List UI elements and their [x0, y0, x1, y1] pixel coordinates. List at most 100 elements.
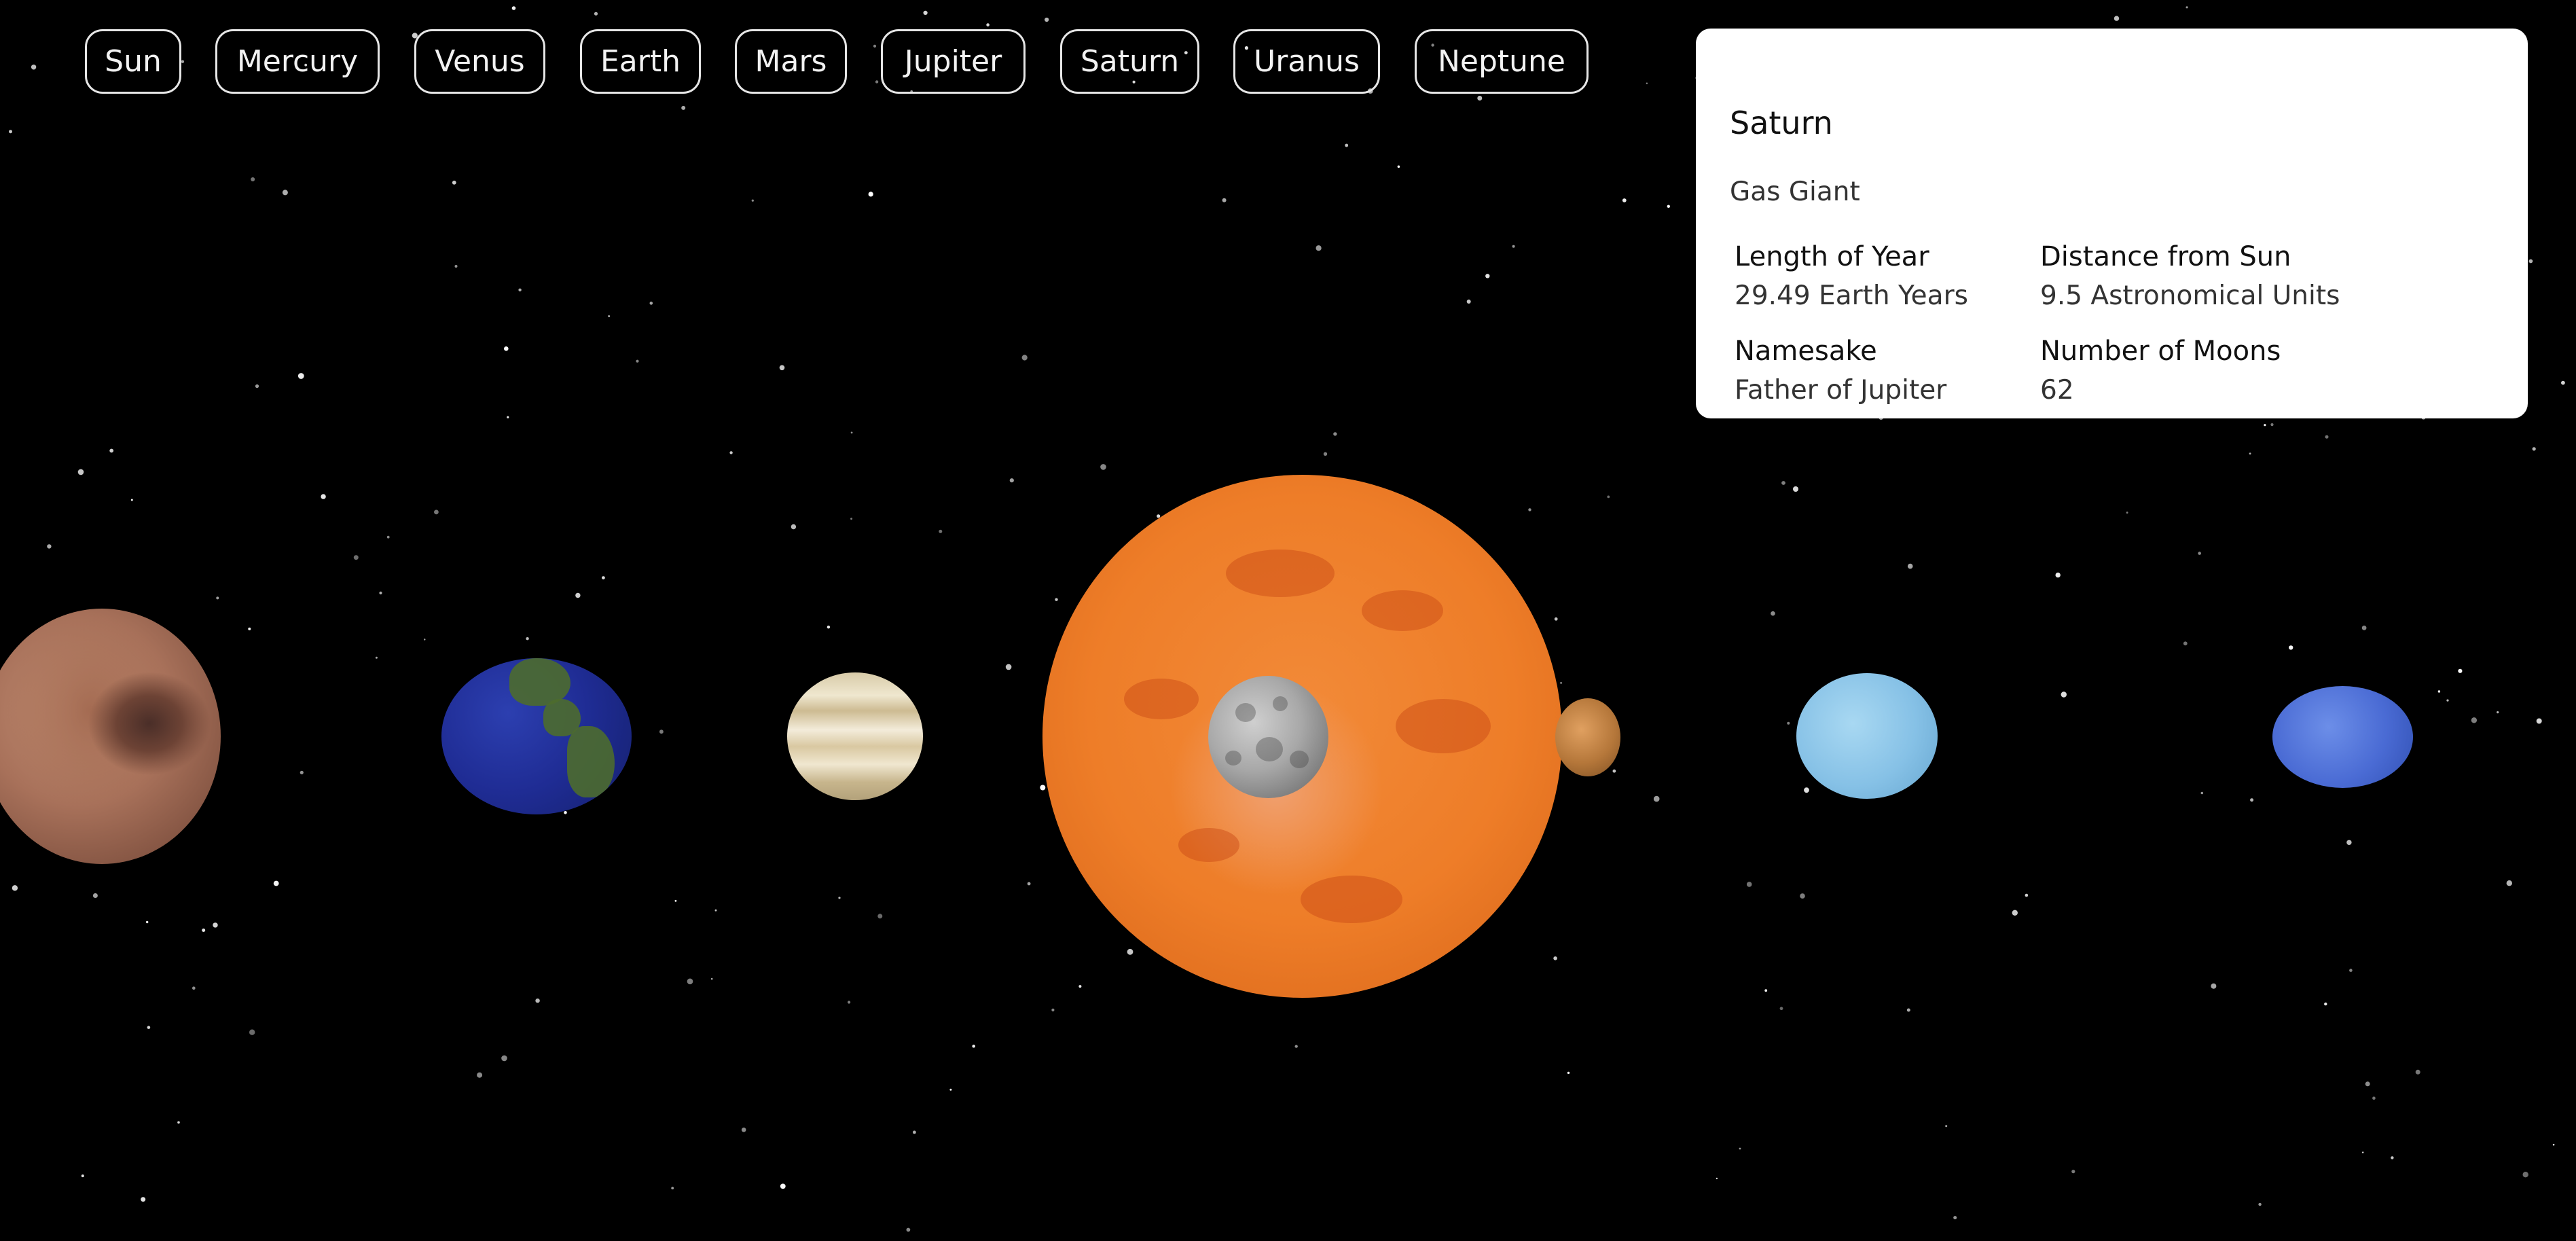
star [1906, 1008, 1910, 1012]
star [1781, 481, 1785, 485]
star [1040, 785, 1046, 791]
star [2361, 626, 2367, 630]
star [434, 509, 439, 515]
star [1667, 204, 1670, 208]
star [297, 373, 304, 379]
star [1953, 1216, 1957, 1220]
star [249, 1029, 255, 1035]
star [972, 1044, 975, 1048]
star [1512, 245, 1515, 248]
star [1316, 245, 1322, 251]
star [1746, 882, 1752, 887]
star [2391, 1156, 2394, 1159]
star [146, 920, 149, 924]
star [2211, 983, 2217, 989]
fact-label-distance-from-sun: Distance from Sun [2040, 241, 2291, 272]
star [2471, 717, 2478, 723]
star [386, 535, 390, 539]
star [321, 494, 326, 499]
star [1653, 795, 1660, 802]
star [504, 346, 509, 351]
star [1345, 143, 1349, 147]
nav-button-label: Earth [600, 44, 681, 79]
nav-button-saturn[interactable]: Saturn [1060, 29, 1199, 94]
star [1793, 486, 1798, 492]
star [850, 518, 853, 520]
star [1716, 1177, 1718, 1180]
star [2497, 711, 2499, 714]
star [608, 315, 610, 317]
star [1055, 598, 1058, 601]
star [2061, 691, 2067, 698]
star [636, 359, 639, 363]
star [906, 1227, 911, 1232]
nav-button-label: Saturn [1080, 44, 1180, 79]
nav-button-jupiter[interactable]: Jupiter [881, 29, 1026, 94]
star [2552, 1143, 2555, 1146]
nav-button-venus[interactable]: Venus [414, 29, 545, 94]
star [1005, 664, 1012, 670]
nav-button-label: Jupiter [904, 44, 1002, 79]
star [2249, 452, 2251, 455]
star [939, 529, 943, 533]
star [1021, 355, 1028, 361]
star [751, 199, 754, 202]
star [2365, 1081, 2370, 1087]
star [564, 811, 567, 814]
planet-info-card: Saturn Gas Giant Length of Year 29.49 Ea… [1696, 29, 2528, 418]
star [2561, 380, 2565, 385]
nav-button-uranus[interactable]: Uranus [1233, 29, 1380, 94]
planet-uranus[interactable] [1796, 673, 1938, 799]
planet-saturn[interactable] [787, 672, 923, 800]
star [949, 1088, 952, 1091]
star [2114, 16, 2120, 21]
star [251, 177, 255, 181]
star [282, 190, 288, 196]
fact-label-number-of-moons: Number of Moons [2040, 336, 2281, 367]
star [2349, 969, 2353, 972]
planet-neptune[interactable] [2272, 686, 2413, 788]
star [1100, 464, 1106, 470]
star [1078, 985, 1082, 988]
star [1567, 1071, 1570, 1075]
planet-venus[interactable] [1555, 698, 1620, 776]
star [130, 499, 133, 501]
star [477, 1072, 483, 1078]
nav-button-label: Venus [435, 44, 525, 79]
planet-name: Saturn [1730, 105, 1833, 141]
star [827, 626, 831, 629]
star [710, 977, 713, 980]
star [1485, 274, 1490, 278]
nav-button-mars[interactable]: Mars [735, 29, 847, 94]
star [1612, 769, 1616, 773]
star [2522, 1172, 2528, 1178]
star [2325, 435, 2329, 439]
star [671, 1187, 674, 1189]
star [674, 899, 677, 902]
star [1222, 198, 1227, 202]
star [2258, 1202, 2262, 1206]
star [213, 922, 218, 928]
star [1554, 617, 1558, 621]
star [2071, 1170, 2075, 1174]
star [2198, 552, 2201, 555]
star [2289, 645, 2293, 650]
nav-button-label: Sun [105, 44, 162, 79]
nav-button-neptune[interactable]: Neptune [1415, 29, 1589, 94]
star [300, 770, 304, 774]
nav-button-label: Mars [755, 44, 827, 79]
star [714, 909, 717, 912]
star [141, 1197, 146, 1202]
nav-button-mercury[interactable]: Mercury [215, 29, 380, 94]
solar-system-scene[interactable]: Sun Mercury Venus Earth Mars Jupiter Sat… [0, 0, 2576, 1241]
star [2536, 718, 2542, 724]
star [454, 265, 458, 268]
nav-button-sun[interactable]: Sun [85, 29, 181, 94]
star [2250, 798, 2254, 802]
star [741, 1128, 746, 1132]
planet-mercury[interactable] [1208, 676, 1328, 798]
star [659, 730, 664, 734]
planet-earth[interactable] [441, 658, 632, 814]
nav-button-earth[interactable]: Earth [580, 29, 701, 94]
star [1333, 432, 1337, 436]
